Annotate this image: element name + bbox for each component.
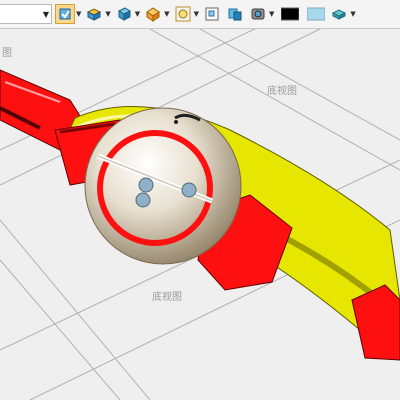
partial-view-label: 图: [2, 48, 12, 59]
chevron-down-icon[interactable]: ▼: [350, 10, 355, 18]
main-toolbar: ▼ ▼ ▼ ▼ ▼ ▼ ▼ ▼: [0, 0, 400, 29]
chevron-down-icon[interactable]: ▼: [105, 10, 110, 18]
material-button[interactable]: ▼: [329, 3, 356, 25]
view-cube-button[interactable]: ▼: [114, 3, 140, 25]
display-style-icon[interactable]: [84, 4, 104, 24]
black-color-swatch[interactable]: [280, 4, 300, 24]
3d-viewport[interactable]: 底视图 底视图 图: [0, 29, 400, 400]
light-blue-color-swatch[interactable]: [306, 4, 326, 24]
view-combo[interactable]: ▼: [0, 4, 52, 24]
point-2[interactable]: [135, 192, 151, 208]
material-icon[interactable]: [329, 4, 349, 24]
camera-icon[interactable]: [248, 4, 268, 24]
box-view-icon[interactable]: [143, 4, 163, 24]
red-block-right[interactable]: [351, 284, 400, 361]
point-3[interactable]: [181, 182, 197, 198]
chevron-down-icon[interactable]: ▼: [164, 10, 169, 18]
bottom-view-label-2: 底视图: [152, 292, 182, 303]
blue-color-button[interactable]: [306, 3, 326, 25]
chevron-down-icon[interactable]: ▼: [43, 10, 49, 19]
window-view-button[interactable]: [202, 3, 222, 25]
zoom-area-icon[interactable]: [173, 4, 193, 24]
section-view-button[interactable]: [225, 3, 245, 25]
model-canvas[interactable]: [0, 29, 400, 400]
fit-view-icon[interactable]: [55, 4, 75, 24]
camera-button[interactable]: ▼: [248, 3, 274, 25]
chevron-down-icon[interactable]: ▼: [135, 10, 140, 18]
zoom-area-button[interactable]: ▼: [173, 3, 199, 25]
chevron-down-icon[interactable]: ▼: [194, 10, 199, 18]
section-view-icon[interactable]: [225, 4, 245, 24]
chevron-down-icon[interactable]: ▼: [269, 10, 274, 18]
chevron-down-icon[interactable]: ▼: [76, 10, 81, 18]
bottom-view-label-1: 底视图: [267, 86, 297, 97]
point-1[interactable]: [138, 177, 154, 193]
black-color-button[interactable]: [280, 3, 300, 25]
view-cube-icon[interactable]: [114, 4, 134, 24]
display-style-button[interactable]: ▼: [84, 3, 111, 25]
fit-view-button[interactable]: ▼: [55, 3, 81, 25]
box-view-button[interactable]: ▼: [143, 3, 170, 25]
window-view-icon[interactable]: [202, 4, 222, 24]
